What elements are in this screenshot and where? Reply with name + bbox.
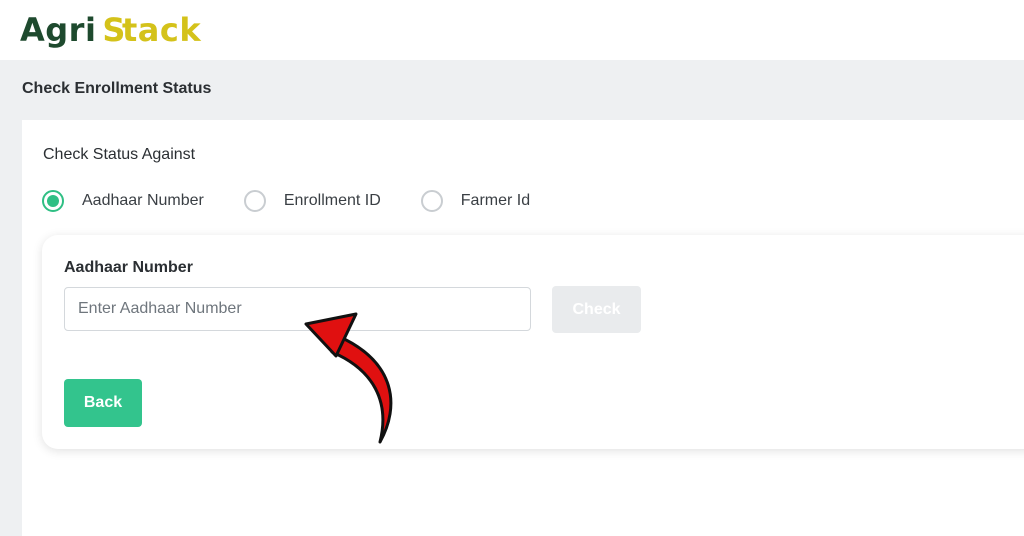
check-status-label: Check Status Against [43, 146, 196, 163]
app-header: Agri S tack [0, 0, 1024, 60]
radio-farmer-id[interactable] [420, 190, 443, 212]
radio-option-farmer-id[interactable]: Farmer Id [420, 190, 531, 212]
agristack-logo[interactable]: Agri S tack [20, 2, 201, 58]
check-button[interactable]: Check [552, 286, 641, 333]
aadhaar-field-label: Aadhaar Number [64, 259, 193, 276]
page-header: Check Enrollment Status [0, 60, 1024, 120]
logo-stack-text: tack [121, 11, 202, 49]
radio-option-enrollment-id[interactable]: Enrollment ID [243, 190, 381, 212]
logo-agri-text: Agri [20, 11, 97, 49]
aadhaar-form-panel: Aadhaar Number Check Back [42, 235, 1024, 449]
radio-label-farmer-id: Farmer Id [460, 192, 531, 209]
back-button[interactable]: Back [64, 379, 142, 427]
curved-arrow-icon [304, 312, 393, 444]
status-type-radio-group: Aadhaar Number Enrollment ID Farmer Id [42, 186, 570, 216]
radio-enrollment-id[interactable] [243, 190, 266, 212]
radio-option-aadhaar[interactable]: Aadhaar Number [42, 190, 204, 212]
radio-label-enrollment-id: Enrollment ID [283, 192, 381, 209]
radio-label-aadhaar: Aadhaar Number [82, 192, 204, 209]
radio-aadhaar[interactable] [42, 190, 64, 212]
page-title: Check Enrollment Status [22, 80, 212, 97]
status-card: Check Status Against Aadhaar Number Enro… [22, 120, 1024, 536]
